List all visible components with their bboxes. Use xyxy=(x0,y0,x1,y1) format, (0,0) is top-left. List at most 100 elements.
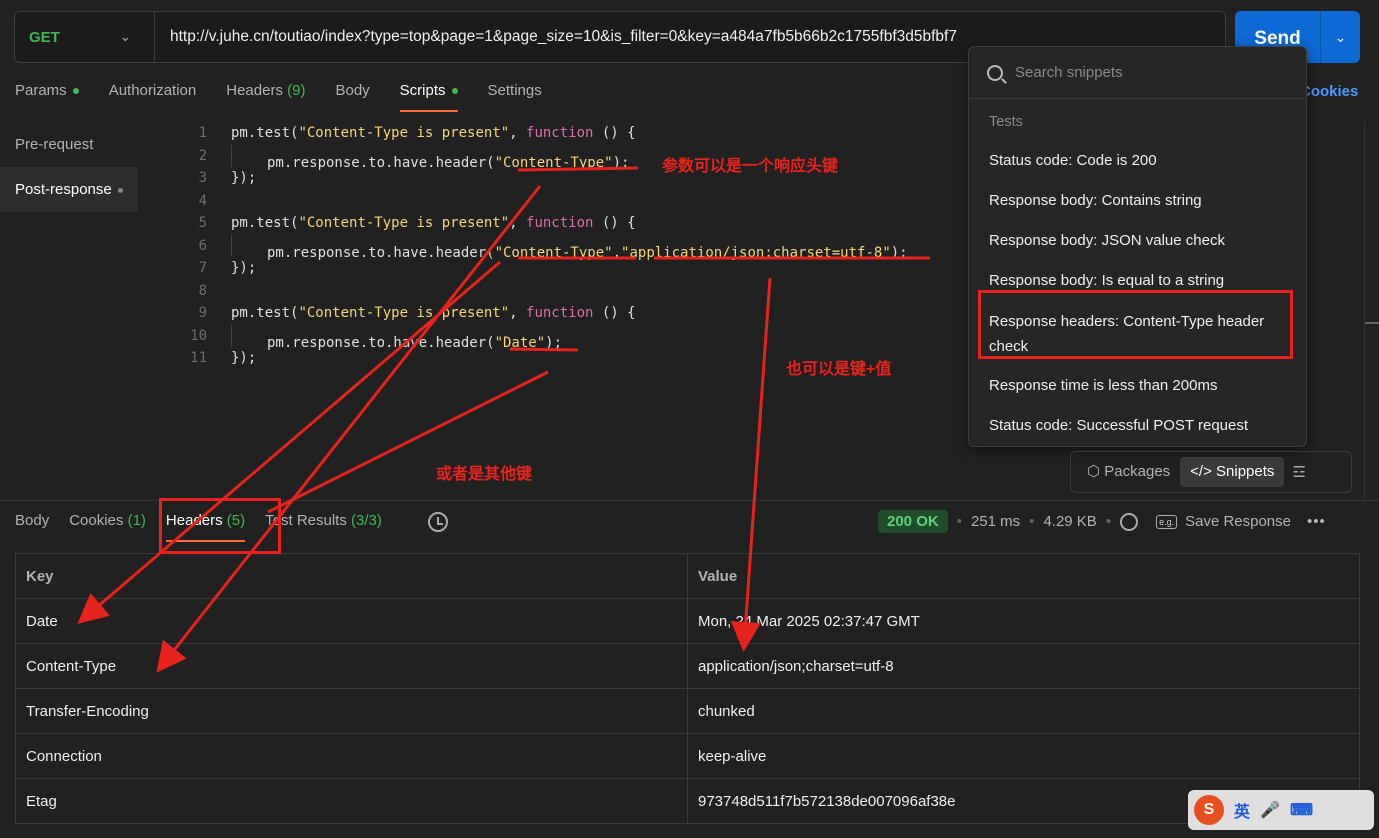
example-icon: e.g. xyxy=(1156,514,1178,529)
annotation-arrow xyxy=(267,370,549,514)
snippet-group-label: Tests xyxy=(989,114,1023,130)
key-column-header: Key xyxy=(15,553,688,599)
annotation-text: 或者是其他键 xyxy=(436,466,533,483)
snippet-item[interactable]: Status code: Code is 200 xyxy=(969,141,1306,181)
microphone-icon[interactable]: 🎤 xyxy=(1260,800,1280,820)
chevron-down-icon: ⌄ xyxy=(119,29,131,44)
header-value: keep-alive xyxy=(687,733,1360,779)
line-number: 10 xyxy=(190,327,207,344)
ime-logo-icon: S xyxy=(1194,795,1224,825)
line-number: 6 xyxy=(198,237,207,254)
tab-body[interactable]: Body xyxy=(335,82,369,112)
script-side-panel: Pre-request Post-response xyxy=(0,122,138,212)
broom-icon[interactable]: ☲ xyxy=(1292,463,1305,481)
tab-headers[interactable]: Headers (9) xyxy=(226,82,305,112)
package-icon: ⬡ xyxy=(1087,463,1101,480)
line-number: 5 xyxy=(198,215,207,231)
code-icon: </> xyxy=(1190,463,1212,480)
annotation-text: 参数可以是一个响应头键 xyxy=(662,158,839,175)
line-number: 1 xyxy=(198,125,207,141)
side-item-post-response[interactable]: Post-response xyxy=(0,167,138,212)
code-line: 6 pm.response.to.have.header("Content-Typ… xyxy=(180,234,908,261)
snippets-label: Snippets xyxy=(1216,463,1275,480)
method-select[interactable]: GET ⌄ xyxy=(15,12,155,62)
method-label: GET xyxy=(29,28,60,46)
line-number: 8 xyxy=(198,282,207,299)
url-input[interactable]: http://v.juhe.cn/toutiao/index?type=top&… xyxy=(155,28,957,46)
line-number: 2 xyxy=(198,147,207,164)
snippets-popup: Search snippets Tests Status code: Code … xyxy=(968,46,1307,447)
table-row: Content-Type application/json;charset=utf… xyxy=(15,643,1360,689)
header-key: Content-Type xyxy=(15,643,688,689)
cookies-count: (1) xyxy=(127,512,146,529)
table-row: Connection keep-alive xyxy=(15,733,1360,779)
code-line: 1 pm.test("Content-Type is present", func… xyxy=(180,122,908,145)
tab-params[interactable]: Params xyxy=(15,82,79,112)
annotation-highlight-box xyxy=(159,498,281,554)
ime-language[interactable]: 英 xyxy=(1234,798,1250,822)
code-line: 5 pm.test("Content-Type is present", func… xyxy=(180,212,908,235)
code-line: 8 xyxy=(180,280,908,303)
response-time[interactable]: 251 ms xyxy=(971,513,1020,530)
header-key: Etag xyxy=(15,778,688,824)
response-size[interactable]: 4.29 KB xyxy=(1043,513,1096,530)
code-line: 10 pm.response.to.have.header("Date"); xyxy=(180,324,908,351)
status-dot xyxy=(117,187,123,193)
table-row: Transfer-Encoding chunked xyxy=(15,688,1360,734)
snippet-search-input[interactable]: Search snippets xyxy=(1015,64,1123,81)
side-item-pre-request[interactable]: Pre-request xyxy=(0,122,138,167)
resp-tab-test-results[interactable]: Test Results (3/3) xyxy=(265,512,382,542)
table-row: Date Mon, 24 Mar 2025 02:37:47 GMT xyxy=(15,598,1360,644)
tab-settings[interactable]: Settings xyxy=(488,82,542,112)
editor-scrollbar[interactable] xyxy=(1364,122,1379,502)
packages-label: Packages xyxy=(1104,463,1171,480)
header-key: Connection xyxy=(15,733,688,779)
snippet-item[interactable]: Status code: Successful POST request xyxy=(969,406,1306,446)
status-dot xyxy=(451,88,458,95)
keyboard-icon[interactable]: ⌨ xyxy=(1290,800,1313,820)
annotation-text: 也可以是键+值 xyxy=(786,361,892,378)
more-icon[interactable]: ••• xyxy=(1307,513,1326,530)
snippet-search[interactable]: Search snippets xyxy=(969,47,1306,99)
tab-authorization[interactable]: Authorization xyxy=(109,82,197,112)
resp-tab-cookies-label: Cookies xyxy=(69,512,124,529)
history-icon[interactable] xyxy=(428,512,448,532)
snippet-item[interactable]: Response body: JSON value check xyxy=(969,221,1306,261)
tab-scripts[interactable]: Scripts xyxy=(399,82,458,112)
ime-toolbar[interactable]: S 英 🎤 ⌨ xyxy=(1188,790,1374,830)
header-key: Date xyxy=(15,598,688,644)
line-number: 9 xyxy=(198,305,207,321)
tab-params-label: Params xyxy=(15,82,67,99)
headers-count: (9) xyxy=(287,82,306,99)
line-number: 11 xyxy=(190,350,207,366)
save-response-button[interactable]: Save Response xyxy=(1185,513,1291,530)
header-key: Transfer-Encoding xyxy=(15,688,688,734)
value-column-header: Value xyxy=(687,553,1360,599)
search-icon xyxy=(987,64,1003,81)
resp-tab-cookies[interactable]: Cookies (1) xyxy=(69,512,146,542)
chevron-down-icon[interactable]: ⌄ xyxy=(1321,29,1360,46)
line-number: 4 xyxy=(198,192,207,209)
header-value: Mon, 24 Mar 2025 02:37:47 GMT xyxy=(687,598,1360,644)
annotation-highlight-box xyxy=(978,290,1293,359)
side-item-label: Post-response xyxy=(15,181,112,198)
line-number: 7 xyxy=(198,260,207,276)
line-number: 3 xyxy=(198,170,207,186)
table-header-row: Key Value xyxy=(15,553,1360,599)
snippet-item[interactable]: Response time is less than 200ms xyxy=(969,366,1306,406)
snippets-button[interactable]: </> Snippets xyxy=(1180,457,1285,487)
status-badge[interactable]: 200 OK xyxy=(878,510,948,533)
tab-headers-label: Headers xyxy=(226,82,283,99)
snippet-item[interactable]: Response body: Contains string xyxy=(969,181,1306,221)
tab-scripts-label: Scripts xyxy=(399,82,446,99)
packages-button[interactable]: ⬡ Packages xyxy=(1077,457,1180,487)
globe-icon[interactable] xyxy=(1120,512,1139,531)
resp-tab-body[interactable]: Body xyxy=(15,512,49,542)
response-status-bar: 200 OK • 251 ms • 4.29 KB • e.g. Save Re… xyxy=(878,510,1326,533)
cookies-link[interactable]: Cookies xyxy=(1300,83,1358,100)
script-toolbar: ⬡ Packages </> Snippets ☲ xyxy=(1070,451,1352,493)
header-value: chunked xyxy=(687,688,1360,734)
status-dot xyxy=(72,88,79,95)
tests-count: (3/3) xyxy=(351,512,382,529)
code-line: 9 pm.test("Content-Type is present", func… xyxy=(180,302,908,325)
